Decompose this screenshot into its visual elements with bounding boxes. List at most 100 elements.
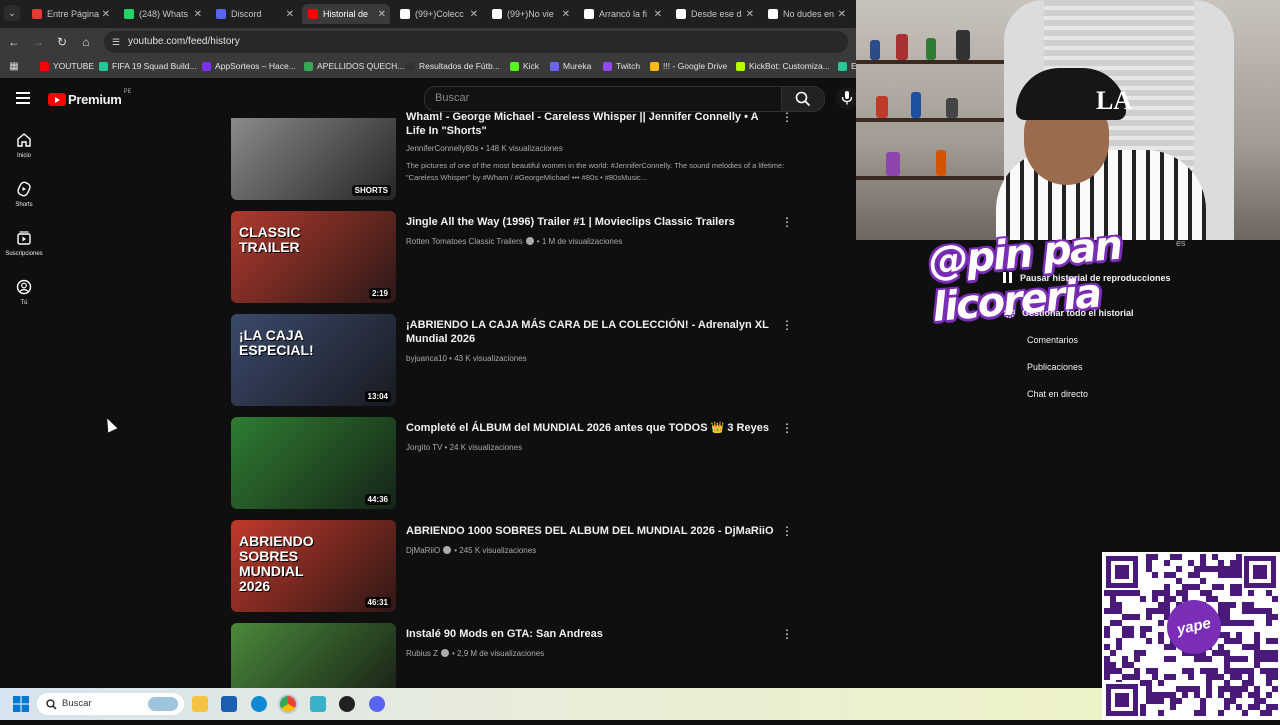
home-icon[interactable]: ⌂ <box>78 34 94 50</box>
close-tab-icon[interactable]: ✕ <box>746 9 754 20</box>
video-title[interactable]: Jingle All the Way (1996) Trailer #1 | M… <box>406 215 776 229</box>
forward-icon[interactable]: → <box>30 34 46 50</box>
site-info-icon[interactable]: ☰ <box>108 34 124 50</box>
tab-7[interactable]: Arrancó la fi ✕ <box>578 4 666 24</box>
bookmark-10[interactable]: KickBot: Customiza... <box>736 61 830 71</box>
store-icon[interactable] <box>221 696 237 712</box>
bookmark-4[interactable]: APELLIDOS QUECH... <box>304 61 404 71</box>
search-input[interactable]: Buscar <box>424 86 782 112</box>
close-tab-icon[interactable]: ✕ <box>378 9 386 20</box>
video-thumbnail[interactable]: ABRIENDO SOBRES MUNDIAL 2026 46:31 <box>231 520 396 612</box>
bookmark-8[interactable]: Twitch <box>603 61 640 71</box>
video-thumbnail[interactable] <box>231 623 396 688</box>
bookmark-3[interactable]: AppSorteos – Hace... <box>202 61 296 71</box>
bookmark-2[interactable]: FIFA 19 Squad Build... <box>99 61 197 71</box>
pause-history-button[interactable]: Pausar historial de reproducciones <box>1003 272 1171 283</box>
sidebar-label: Shorts <box>15 202 33 208</box>
close-tab-icon[interactable]: ✕ <box>562 9 570 20</box>
tab-4[interactable]: Historial de ✕ <box>302 4 390 24</box>
channel-name[interactable]: Rubius Z <box>406 649 438 658</box>
tab-8[interactable]: Desde ese d ✕ <box>670 4 758 24</box>
subscriptions-icon <box>17 231 31 245</box>
sidebar-item-subscriptions[interactable]: Suscripciones <box>0 230 48 257</box>
more-options-icon[interactable]: ⋮ <box>781 421 793 435</box>
tab-label: Desde ese d <box>691 9 742 19</box>
video-thumbnail[interactable]: SHORTS <box>231 118 396 200</box>
youtube-logo[interactable]: Premium PE <box>48 89 132 107</box>
menu-icon[interactable] <box>16 92 30 104</box>
video-thumbnail[interactable]: ¡LA CAJA ESPECIAL! 13:04 <box>231 314 396 406</box>
close-tab-icon[interactable]: ✕ <box>102 9 110 20</box>
sidebar-item-shorts[interactable]: Shorts <box>0 181 48 208</box>
tab-1[interactable]: Entre Página ✕ <box>26 4 114 24</box>
discord-icon[interactable] <box>369 696 385 712</box>
channel-name[interactable]: Rotten Tomatoes Classic Trailers <box>406 237 523 246</box>
sidebar-item-you[interactable]: Tú <box>0 279 48 306</box>
bookmark-label: APELLIDOS QUECH... <box>317 61 405 71</box>
bookmark-favicon-icon <box>550 61 559 71</box>
close-tab-icon[interactable]: ✕ <box>470 9 478 20</box>
close-tab-icon[interactable]: ✕ <box>838 9 846 20</box>
tab-5[interactable]: (99+)Colecc ✕ <box>394 4 482 24</box>
view-count: 24 K visualizaciones <box>449 443 523 452</box>
video-thumbnail[interactable]: CLASSIC TRAILER 2:19 <box>231 211 396 303</box>
bookmark-label: !!! - Google Drive <box>663 61 728 71</box>
bookmark-7[interactable]: Mureka <box>550 61 591 71</box>
search-button[interactable] <box>781 86 825 112</box>
edge-icon[interactable] <box>251 696 267 712</box>
bookmark-9[interactable]: !!! - Google Drive <box>650 61 727 71</box>
sidebar-item-home[interactable]: Inicio <box>0 132 48 159</box>
tab-favicon-icon <box>216 9 226 19</box>
video-thumbnail[interactable]: 44:36 <box>231 417 396 509</box>
back-icon[interactable]: ← <box>6 34 22 50</box>
video-title[interactable]: ¡ABRIENDO LA CAJA MÁS CARA DE LA COLECCI… <box>406 318 776 346</box>
tab-6[interactable]: (99+)No vie ✕ <box>486 4 574 24</box>
channel-name[interactable]: DjMaRiiO <box>406 546 440 555</box>
apps-grid-icon[interactable]: ▦ <box>6 59 22 75</box>
more-options-icon[interactable]: ⋮ <box>781 524 793 538</box>
video-title[interactable]: Completé el ÁLBUM del MUNDIAL 2026 antes… <box>406 421 776 435</box>
more-options-icon[interactable]: ⋮ <box>781 215 793 229</box>
voice-search-button[interactable] <box>836 87 858 109</box>
video-title[interactable]: Wham! - George Michael - Careless Whispe… <box>406 110 776 138</box>
manage-history-button[interactable]: Gestionar todo el historial <box>1003 306 1134 319</box>
bookmark-5[interactable]: Resultados de Fútb... <box>406 61 500 71</box>
tab-2[interactable]: (248) Whats ✕ <box>118 4 206 24</box>
channel-name[interactable]: Jorgito TV <box>406 443 442 452</box>
tab-strip: ⌄ Entre Página ✕ (248) Whats ✕ Discord ✕ Histo… <box>0 0 856 28</box>
more-options-icon[interactable]: ⋮ <box>781 627 793 641</box>
bookmark-11[interactable]: E <box>838 61 857 71</box>
channel-name[interactable]: JenniferConnelly80s <box>406 144 479 153</box>
bookmark-1[interactable]: YOUTUBE <box>40 61 94 71</box>
more-options-icon[interactable]: ⋮ <box>781 110 793 124</box>
tab-3[interactable]: Discord ✕ <box>210 4 298 24</box>
close-tab-icon[interactable]: ✕ <box>286 9 294 20</box>
bookmark-favicon-icon <box>736 61 745 71</box>
taskbar-search-input[interactable]: Buscar <box>37 693 184 715</box>
comments-link[interactable]: Comentarios <box>1027 335 1078 345</box>
windows-start-icon[interactable] <box>13 696 29 712</box>
more-options-icon[interactable]: ⋮ <box>781 318 793 332</box>
reload-icon[interactable]: ↻ <box>54 34 70 50</box>
figure <box>956 30 970 60</box>
home-icon <box>17 133 31 147</box>
figure <box>886 152 900 176</box>
obs-icon[interactable] <box>339 696 355 712</box>
shelf <box>856 176 1016 180</box>
chrome-icon[interactable] <box>280 696 296 712</box>
view-count: 1 M de visualizaciones <box>541 237 623 246</box>
tab-9[interactable]: No dudes en ✕ <box>762 4 850 24</box>
live-chat-link[interactable]: Chat en directo <box>1027 389 1088 399</box>
close-tab-icon[interactable]: ✕ <box>654 9 662 20</box>
video-title[interactable]: ABRIENDO 1000 SOBRES DEL ALBUM DEL MUNDI… <box>406 524 776 538</box>
posts-link[interactable]: Publicaciones <box>1027 362 1083 372</box>
video-meta: Rubius Z • 2,9 M de visualizaciones <box>406 649 544 658</box>
address-bar[interactable]: ☰ youtube.com/feed/history <box>104 31 848 53</box>
channel-name[interactable]: byjuanca10 <box>406 354 447 363</box>
notepad-icon[interactable] <box>310 696 326 712</box>
file-explorer-icon[interactable] <box>192 696 208 712</box>
tab-list-button[interactable]: ⌄ <box>4 5 20 21</box>
close-tab-icon[interactable]: ✕ <box>194 9 202 20</box>
bookmark-6[interactable]: Kick <box>510 61 539 71</box>
video-title[interactable]: Instalé 90 Mods en GTA: San Andreas <box>406 627 776 641</box>
